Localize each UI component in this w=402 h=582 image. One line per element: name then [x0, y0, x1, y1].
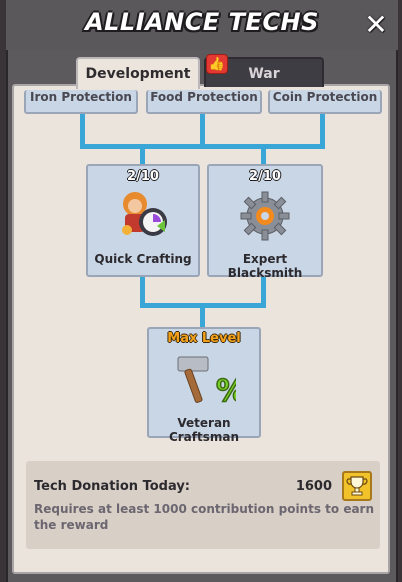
donation-box: Tech Donation Today: 1600 Requires at le… [26, 461, 380, 549]
connector-vert-to-quick [140, 144, 145, 166]
tech-label: Quick Crafting [94, 252, 192, 266]
tech-level-count: 2/10 [249, 169, 281, 184]
max-level-label: Max Level [167, 331, 241, 346]
connector-vert-right-top [320, 112, 325, 146]
connector-vert-left-top [80, 112, 85, 146]
connector-vert-to-expert [261, 144, 266, 166]
header-bar: ALLIANCE TECHS ✕ [6, 0, 398, 50]
tech-node-coin-protection[interactable]: Coin Protection [268, 90, 382, 114]
tech-node-food-protection[interactable]: Food Protection [146, 90, 262, 114]
tab-development[interactable]: Development [76, 57, 200, 89]
tech-node-quick-crafting[interactable]: 2/10 Quick Crafting [86, 164, 200, 277]
window-title: ALLIANCE TECHS [85, 8, 319, 36]
donation-title: Tech Donation Today: [34, 479, 190, 494]
thumbs-up-icon: 👍 [206, 54, 228, 74]
close-icon[interactable]: ✕ [362, 11, 390, 39]
tech-node-iron-protection[interactable]: Iron Protection [24, 90, 138, 114]
crafting-character-icon [113, 186, 173, 246]
svg-text:%: % [216, 374, 236, 409]
tech-node-expert-blacksmith[interactable]: 2/10 Expert Blacksmith [207, 164, 323, 280]
tech-label: Coin Protection [272, 90, 378, 104]
tech-label: Food Protection [150, 90, 258, 104]
tech-label: Expert Blacksmith [227, 252, 303, 280]
donation-description: Requires at least 1000 contribution poin… [34, 502, 375, 532]
tech-label: Veteran Craftsman [168, 416, 240, 444]
donation-value: 1600 [295, 479, 332, 494]
hammer-percent-icon: % [172, 349, 247, 410]
tech-label: Iron Protection [30, 90, 132, 104]
tech-node-veteran-craftsman[interactable]: Max Level % Veteran Craftsman [147, 327, 261, 444]
connector-vert-to-veteran [200, 303, 205, 329]
gear-icon [235, 186, 295, 246]
trophy-icon[interactable] [342, 471, 372, 501]
connector-vert-mid-top [200, 112, 205, 146]
connector-horiz-top [80, 144, 325, 149]
tech-level-count: 2/10 [127, 169, 159, 184]
